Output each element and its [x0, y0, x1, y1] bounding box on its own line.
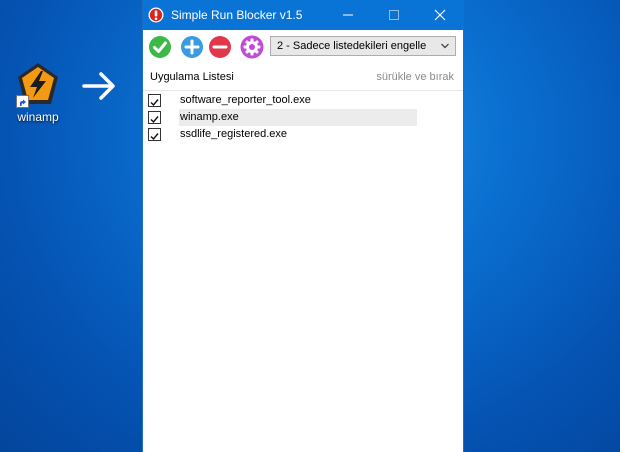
item-name: software_reporter_tool.exe	[180, 94, 311, 106]
item-name: winamp.exe	[180, 111, 239, 123]
minus-icon[interactable]	[208, 35, 232, 59]
list-item[interactable]: software_reporter_tool.exe	[143, 92, 463, 109]
list-title: Uygulama Listesi	[150, 71, 234, 83]
item-checkbox[interactable]	[148, 94, 161, 107]
mode-select-value: 2 - Sadece listedekileri engelle	[277, 40, 427, 52]
settings-icon[interactable]	[240, 35, 264, 59]
shortcut-arrow-icon	[16, 95, 29, 108]
app-window: Simple Run Blocker v1.5 2 - Sadece liste…	[143, 0, 463, 452]
mode-select[interactable]: 2 - Sadece listedekileri engelle	[270, 36, 456, 56]
app-logo-icon	[148, 7, 164, 23]
arrow-right-icon	[80, 68, 118, 109]
desktop-icon-winamp[interactable]: winamp	[12, 60, 64, 124]
item-checkbox[interactable]	[148, 111, 161, 124]
chevron-down-icon	[440, 41, 450, 54]
drag-drop-hint: sürükle ve bırak	[376, 71, 454, 83]
list-header: Uygulama Listesi sürükle ve bırak	[143, 64, 463, 91]
plus-icon[interactable]	[180, 35, 204, 59]
title-bar[interactable]: Simple Run Blocker v1.5	[143, 0, 463, 30]
list-item[interactable]: ssdlife_registered.exe	[143, 126, 463, 143]
maximize-button[interactable]	[371, 0, 417, 30]
app-list[interactable]: software_reporter_tool.exe winamp.exe ss…	[143, 92, 463, 143]
close-button[interactable]	[417, 0, 463, 30]
minimize-button[interactable]	[325, 0, 371, 30]
item-checkbox[interactable]	[148, 128, 161, 141]
check-icon[interactable]	[148, 35, 172, 59]
list-item[interactable]: winamp.exe	[143, 109, 463, 126]
window-title: Simple Run Blocker v1.5	[171, 8, 303, 22]
item-name: ssdlife_registered.exe	[180, 128, 288, 140]
desktop-icon-label: winamp	[17, 110, 59, 124]
winamp-icon	[14, 60, 62, 108]
